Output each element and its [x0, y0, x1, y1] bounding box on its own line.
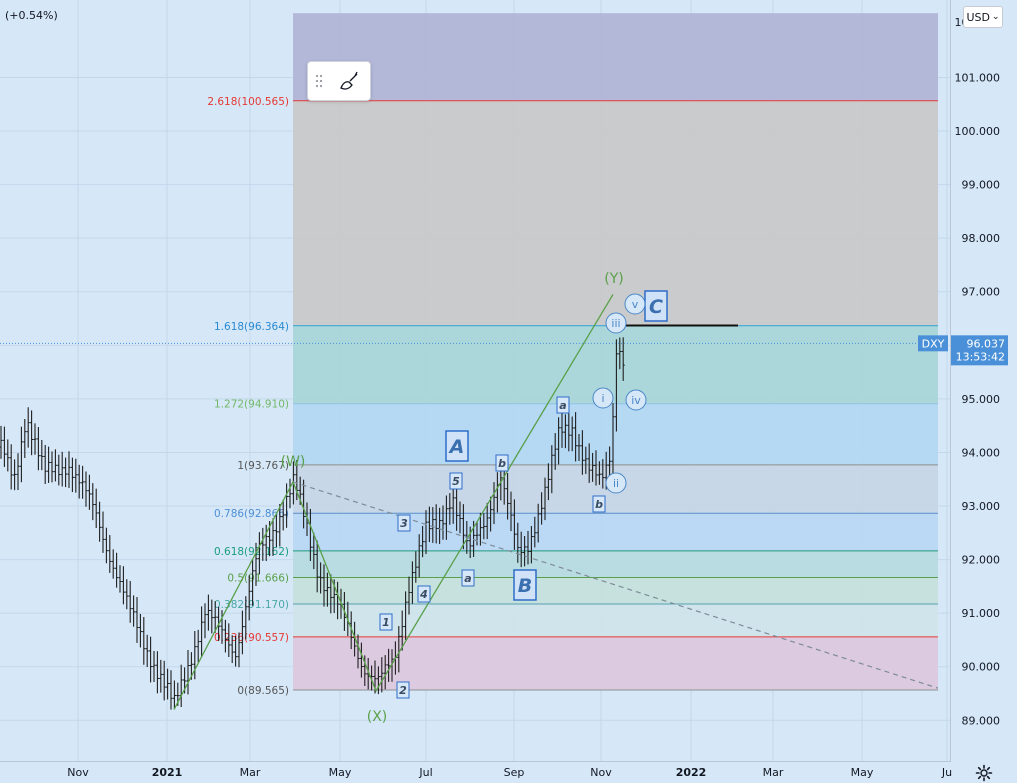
wave-label-circled: v: [624, 293, 646, 315]
y-axis-tick-label: 90.000: [962, 661, 1001, 674]
fib-zone: [293, 513, 938, 551]
svg-text:B: B: [518, 575, 532, 597]
y-axis-tick-label: 89.000: [962, 714, 1001, 727]
last-price-text: 96.037: [967, 337, 1006, 350]
wave-label-boxed-small: b: [495, 454, 509, 472]
svg-text:i: i: [601, 392, 604, 405]
svg-text:A: A: [448, 436, 465, 458]
wave-label-boxed-small: b: [592, 495, 606, 513]
fib-zone: [293, 577, 938, 605]
price-change-label: (+0.54%): [5, 9, 58, 22]
svg-text:v: v: [632, 298, 639, 311]
x-axis-tick-label: Ju: [941, 766, 952, 779]
fib-zone: [293, 636, 938, 691]
svg-text:iv: iv: [631, 394, 641, 407]
fib-level-label: 2.618(100.565): [207, 96, 289, 108]
x-axis-tick-label: May: [329, 766, 352, 779]
x-axis-tick-label: 2022: [676, 766, 707, 779]
price-chart[interactable]: 2.618(100.565) 1.618(96.364) 1.272(94.910)…: [0, 0, 1017, 783]
wave-label-boxed-small: a: [556, 396, 570, 414]
chart-window: 2.618(100.565) 1.618(96.364) 1.272(94.910)…: [0, 0, 1017, 783]
svg-text:1: 1: [382, 616, 390, 629]
drawing-toolbar[interactable]: [307, 61, 371, 101]
wave-label-green: (X): [367, 709, 388, 725]
fib-level-label: 0.5(91.666): [227, 572, 289, 584]
x-axis-tick-label: Sep: [504, 766, 525, 779]
wave-label-boxed-small: a: [461, 569, 475, 587]
wave-label-boxed-large: B: [513, 569, 537, 601]
fib-level-label: 1.272(94.910): [214, 399, 289, 411]
svg-text:2: 2: [399, 684, 407, 697]
x-axis-tick-label: Mar: [763, 766, 784, 779]
svg-text:b: b: [595, 498, 603, 511]
wave-label-boxed-small: 4: [417, 585, 431, 603]
wave-label-circled: iii: [605, 312, 627, 334]
fib-zone: [293, 550, 938, 578]
symbol-text: DXY: [922, 337, 945, 350]
x-axis-tick-label: Mar: [240, 766, 261, 779]
wave-label-circled: ii: [605, 472, 627, 494]
fib-zone: [293, 403, 938, 465]
svg-text:iii: iii: [611, 317, 620, 330]
y-axis-tick-label: 91.000: [962, 607, 1001, 620]
wave-label-green: (W): [281, 454, 306, 470]
y-axis-tick-label: 98.000: [962, 232, 1001, 245]
wave-label-green: (Y): [604, 271, 623, 287]
chevron-down-icon: ⌄: [991, 12, 1000, 22]
wave-label-boxed-small: 3: [397, 514, 411, 532]
brush-icon[interactable]: [330, 62, 368, 100]
svg-text:5: 5: [452, 475, 460, 488]
countdown-text: 13:53:42: [956, 350, 1005, 363]
fibonacci-extension[interactable]: 2.618(100.565) 1.618(96.364) 1.272(94.910)…: [207, 13, 938, 697]
svg-text:C: C: [649, 296, 663, 318]
fib-level-label: 0.382(91.170): [214, 599, 289, 611]
fib-zone: [293, 100, 938, 326]
wave-label-boxed-small: 5: [449, 472, 463, 490]
fib-level-label: 0(89.565): [237, 685, 289, 697]
y-axis-tick-label: 100.000: [955, 125, 1001, 138]
currency-select[interactable]: USD ⌄: [963, 6, 1003, 28]
y-axis-tick-label: 92.000: [962, 554, 1001, 567]
wave-label-boxed-small: 1: [379, 613, 393, 631]
x-axis-tick-label: May: [851, 766, 874, 779]
x-axis-tick-label: Jul: [418, 766, 432, 779]
wave-label-boxed-large: C: [644, 290, 668, 322]
fib-zone: [293, 13, 938, 101]
svg-text:a: a: [559, 399, 566, 412]
svg-text:ii: ii: [613, 477, 619, 490]
y-axis-tick-label: 97.000: [962, 286, 1001, 299]
drag-dots-icon[interactable]: [308, 62, 330, 100]
fib-level-label: 0.618(92.162): [214, 546, 289, 558]
x-axis-tick-label: Nov: [590, 766, 612, 779]
fib-level-label: 1.618(96.364): [214, 321, 289, 333]
gear-icon[interactable]: [975, 764, 993, 782]
x-axis-tick-label: Nov: [67, 766, 89, 779]
y-axis-tick-label: 95.000: [962, 393, 1001, 406]
y-axis-tick-label: 101.000: [955, 71, 1001, 84]
svg-text:a: a: [464, 572, 471, 585]
wave-label-boxed-large: A: [445, 430, 469, 462]
x-axis-tick-label: 2021: [152, 766, 183, 779]
fib-zone: [293, 325, 938, 404]
y-axis-tick-label: 94.000: [962, 446, 1001, 459]
currency-label: USD: [966, 10, 990, 24]
wave-label-boxed-small: 2: [396, 681, 410, 699]
svg-text:4: 4: [419, 588, 428, 601]
y-axis-tick-label: 93.000: [962, 500, 1001, 513]
svg-text:b: b: [498, 457, 506, 470]
wave-label-circled: iv: [625, 389, 647, 411]
wave-label-circled: i: [592, 387, 614, 409]
svg-text:3: 3: [400, 517, 408, 530]
y-axis-tick-label: 99.000: [962, 179, 1001, 192]
